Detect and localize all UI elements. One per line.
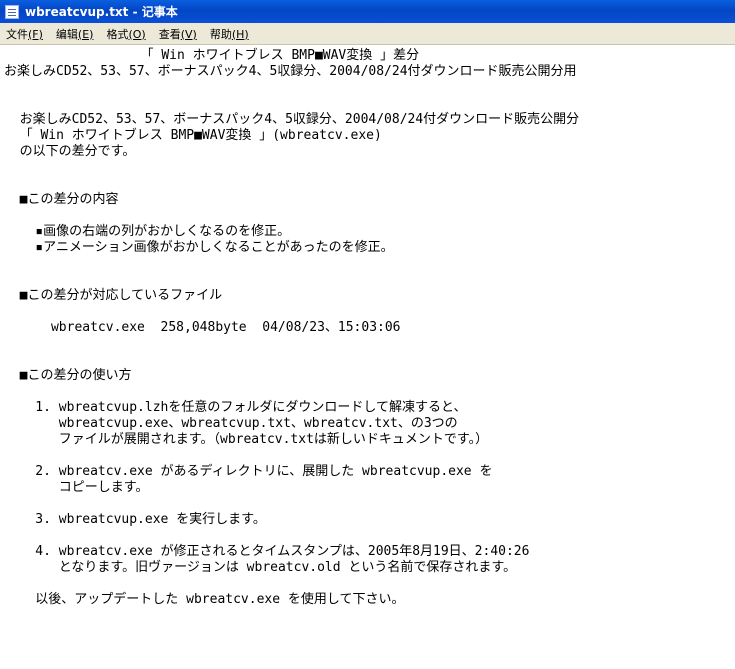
menu-file-label: 文件 [6,27,28,41]
document-line: ■この差分の内容 [4,192,119,207]
document-line: ■この差分が対応しているファイル [4,288,223,303]
menu-format-key: (O) [128,27,146,41]
menu-edit-key: (E) [77,27,94,41]
document-line: となります。旧ヴァージョンは wbreatcv.old という名前で保存されます… [4,560,517,575]
document-line: コピーします。 [4,480,149,495]
menu-help[interactable]: 帮助(H) [204,26,256,42]
document-line: お楽しみCD52、53、57、ボーナスパック4、5収録分、2004/08/24付… [4,64,577,79]
menu-edit-label: 编辑 [55,27,78,41]
text-editor-area[interactable]: 「 Win ホワイトブレス BMP■WAV変換 」差分 お楽しみCD52、53、… [0,45,735,669]
menu-help-label: 帮助 [209,27,232,41]
menu-view[interactable]: 查看(V) [153,26,204,42]
document-line: ファイルが展開されます。（wbreatcv.txtは新しいドキュメントです。） [4,432,489,447]
menu-file-key: (F) [28,27,43,41]
menu-help-key: (H) [231,27,249,41]
document-line: 「 Win ホワイトブレス BMP■WAV変換 」(wbreatcv.exe) [4,128,382,143]
menu-edit[interactable]: 编辑(E) [50,26,101,42]
document-line: ■この差分の使い方 [4,368,132,383]
document-line: 3. wbreatcvup.exe を実行します。 [4,512,266,527]
document-line: 4. wbreatcv.exe が修正されるとタイムスタンプは、2005年8月1… [4,544,530,559]
menu-format[interactable]: 格式(O) [100,26,152,42]
menu-bar: 文件(F) 编辑(E) 格式(O) 查看(V) 帮助(H) [0,23,735,45]
document-line: wbreatcvup.exe、wbreatcvup.txt、wbreatcv.t… [4,416,458,431]
notepad-window: wbreatcvup.txt - 记事本 文件(F) 编辑(E) 格式(O) 查… [0,0,735,669]
document-line: 「 Win ホワイトブレス BMP■WAV変換 」差分 [4,48,420,63]
title-bar[interactable]: wbreatcvup.txt - 记事本 [0,0,735,23]
document-line: ▪画像の右端の列がおかしくなるのを修正。 [4,224,291,239]
menu-file[interactable]: 文件(F) [0,26,50,42]
window-title: wbreatcvup.txt - 记事本 [25,5,178,19]
document-line: wbreatcv.exe 258,048byte 04/08/23、15:03:… [4,320,401,335]
document-line: 以後、アップデートした wbreatcv.exe を使用して下さい。 [4,592,405,607]
document-line: ▪アニメーション画像がおかしくなることがあったのを修正。 [4,240,394,255]
document-line: お楽しみCD52、53、57、ボーナスパック4、5収録分、2004/08/24付… [4,112,580,127]
menu-view-key: (V) [180,27,197,41]
document-line: 1. wbreatcvup.lzhを任意のフォルダにダウンロードして解凍すると、 [4,400,467,415]
document-line: 2. wbreatcv.exe があるディレクトリに、展開した wbreatcv… [4,464,493,479]
document-line: の以下の差分です。 [4,144,136,159]
menu-view-label: 查看 [158,27,181,41]
menu-format-label: 格式 [106,27,129,41]
notepad-icon [5,4,19,19]
